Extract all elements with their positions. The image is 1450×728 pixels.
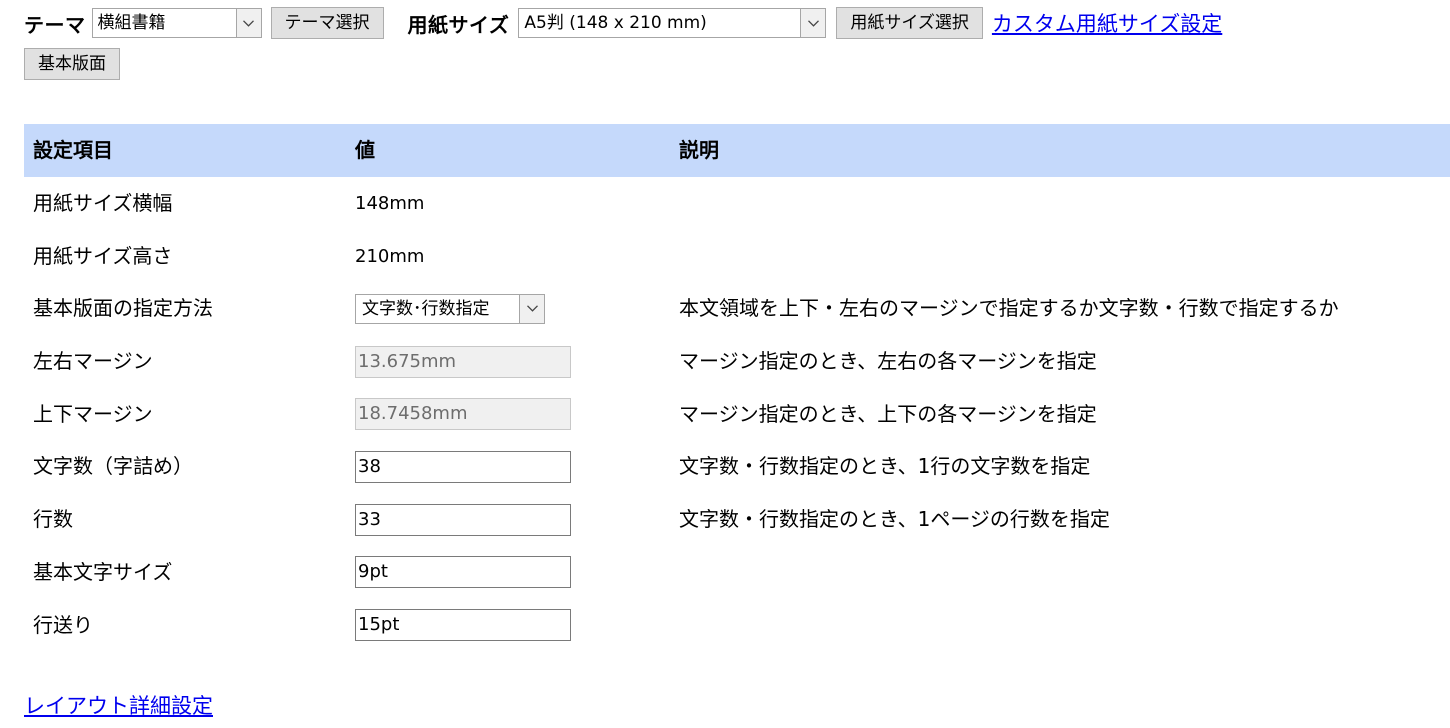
- value-cell: 38: [355, 440, 571, 493]
- row-description: 文字数・行数指定のとき、1ページの行数を指定: [679, 507, 1110, 532]
- chevron-down-icon: [800, 9, 826, 37]
- value-cell: 13.675mm: [355, 335, 571, 388]
- row-label: 用紙サイズ横幅: [33, 191, 173, 215]
- value-cell: 18.7458mm: [355, 388, 571, 441]
- layout-detail-settings-link[interactable]: レイアウト詳細設定: [24, 694, 213, 718]
- theme-label: テーマ: [24, 12, 86, 37]
- lines-per-page-input[interactable]: 33: [355, 503, 571, 536]
- paper-height-value: 210mm: [355, 245, 425, 267]
- base-font-size-input[interactable]: 9pt: [355, 556, 571, 589]
- row-description: マージン指定のとき、上下の各マージンを指定: [679, 401, 1097, 426]
- table-header: 設定項目 値 説明: [24, 124, 1450, 177]
- theme-select-value: 横組書籍: [97, 13, 166, 33]
- header-description: 説明: [679, 138, 719, 162]
- row-label: 用紙サイズ高さ: [33, 243, 173, 268]
- table-row: 基本文字サイズ 9pt: [24, 546, 1450, 599]
- value-cell: 文字数･行数指定: [355, 282, 545, 335]
- page: テーマ 横組書籍 テーマ選択 用紙サイズ A5判 (148 x 210 mm) …: [0, 0, 1450, 728]
- layout-method-select-value: 文字数･行数指定: [362, 298, 490, 319]
- paper-size-label: 用紙サイズ: [407, 12, 510, 37]
- row-label: 上下マージン: [33, 401, 153, 426]
- table-row: 上下マージン 18.7458mm マージン指定のとき、上下の各マージンを指定: [24, 388, 1450, 441]
- paper-size-select[interactable]: A5判 (148 x 210 mm): [518, 8, 827, 38]
- row-label: 基本文字サイズ: [33, 559, 173, 584]
- table-row: 用紙サイズ高さ 210mm: [24, 230, 1450, 283]
- footer: レイアウト詳細設定: [24, 690, 213, 720]
- chevron-down-icon: [235, 9, 261, 37]
- chevron-down-icon: [519, 294, 544, 323]
- row-label: 文字数（字詰め）: [33, 454, 193, 479]
- row-description: 文字数・行数指定のとき、1行の文字数を指定: [679, 454, 1091, 479]
- paper-size-select-button[interactable]: 用紙サイズ選択: [836, 7, 983, 39]
- value-cell: 9pt: [355, 546, 571, 599]
- row-label: 行送り: [33, 612, 93, 637]
- theme-select-button[interactable]: テーマ選択: [270, 7, 384, 39]
- row-description: マージン指定のとき、左右の各マージンを指定: [679, 349, 1097, 374]
- theme-select[interactable]: 横組書籍: [91, 8, 262, 38]
- table-row: 用紙サイズ横幅 148mm: [24, 177, 1450, 230]
- table-row: 左右マージン 13.675mm マージン指定のとき、左右の各マージンを指定: [24, 335, 1450, 388]
- toolbar: テーマ 横組書籍 テーマ選択 用紙サイズ A5判 (148 x 210 mm) …: [24, 7, 1222, 39]
- row-description: 本文領域を上下・左右のマージンで指定するか文字数・行数で指定するか: [679, 296, 1339, 321]
- value-cell: 15pt: [355, 599, 571, 652]
- table-row: 文字数（字詰め） 38 文字数・行数指定のとき、1行の文字数を指定: [24, 440, 1450, 493]
- row-label: 基本版面の指定方法: [33, 296, 213, 321]
- header-value: 値: [355, 138, 375, 162]
- paper-size-select-value: A5判 (148 x 210 mm): [524, 13, 707, 33]
- chars-per-line-input[interactable]: 38: [355, 450, 571, 483]
- basic-layout-button[interactable]: 基本版面: [24, 48, 120, 80]
- value-cell: 33: [355, 493, 571, 546]
- header-setting-item: 設定項目: [33, 138, 113, 162]
- table-row: 行数 33 文字数・行数指定のとき、1ページの行数を指定: [24, 493, 1450, 546]
- top-bottom-margin-input: 18.7458mm: [355, 398, 571, 431]
- table-row: 行送り 15pt: [24, 599, 1450, 652]
- row-label: 行数: [33, 507, 73, 532]
- line-spacing-input[interactable]: 15pt: [355, 609, 571, 641]
- settings-table: 設定項目 値 説明 用紙サイズ横幅 148mm 用紙サイズ高さ 210mm 基本…: [24, 124, 1450, 651]
- custom-paper-size-link[interactable]: カスタム用紙サイズ設定: [992, 8, 1222, 38]
- table-row: 基本版面の指定方法 文字数･行数指定 本文領域を上下・左右のマージンで指定するか…: [24, 282, 1450, 335]
- toolbar-row-2: 基本版面: [24, 48, 120, 80]
- paper-width-value: 148mm: [355, 193, 425, 214]
- layout-method-select[interactable]: 文字数･行数指定: [355, 293, 545, 324]
- row-label: 左右マージン: [33, 349, 153, 374]
- left-right-margin-input: 13.675mm: [355, 345, 571, 378]
